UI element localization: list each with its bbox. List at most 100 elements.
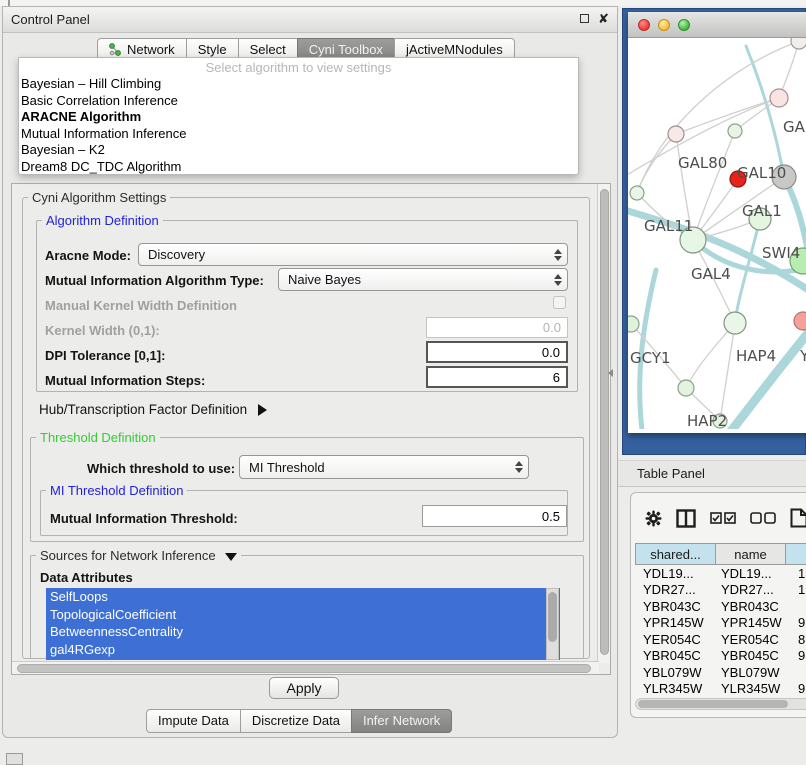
node-label: Y [799,347,806,365]
network-node[interactable] [794,312,806,330]
settings-scroll-area: Cyni Algorithm Settings Algorithm Defini… [11,183,611,675]
table-row[interactable]: YER054CYER054C8. [635,631,806,648]
gear-icon[interactable] [645,510,662,527]
dpi-tolerance-label: DPI Tolerance [0,1]: [45,348,165,363]
mi-steps-input[interactable]: 6 [426,366,568,388]
network-edge[interactable] [746,46,784,177]
algorithm-option[interactable]: Dream8 DC_TDC Algorithm [19,159,578,176]
collapsed-panel-fragment[interactable] [6,753,23,765]
panel-splitter-arrow-icon[interactable] [608,369,613,377]
algorithm-option[interactable]: Basic Correlation Inference [19,93,578,110]
table-panel-card: shared... name A YDL19...YDL19...13YDR27… [630,492,806,718]
table-row[interactable]: YBR043CYBR043C [635,598,806,615]
algorithm-dropdown-popup: Select algorithm to view settings Bayesi… [18,57,579,175]
float-panel-icon[interactable] [580,14,589,23]
network-canvas[interactable]: GALGAL80GAL10GAL1GAL11SWI4GAL4GCY1HAP4YH… [628,38,806,433]
table-row[interactable]: YBL079WYBL079W [635,664,806,681]
table-row[interactable]: YDR27...YDR27...12 [635,582,806,599]
data-attributes-list[interactable]: SelfLoopsTopologicalCoefficientBetweenne… [46,588,560,660]
minimize-window-icon[interactable] [658,19,670,31]
node-table[interactable]: shared... name A YDL19...YDL19...13YDR27… [635,543,806,714]
table-row[interactable]: YPR145WYPR145W9. [635,615,806,632]
table-header-row[interactable]: shared... name A [635,543,806,565]
control-panel-window: Control Panel ✘ Network Style Select Cyn… [2,6,618,738]
kernel-width-input[interactable]: 0.0 [426,317,568,338]
dpi-tolerance-input[interactable]: 0.0 [426,341,568,363]
settings-vertical-scrollbar[interactable] [597,184,610,663]
network-edge[interactable] [728,321,806,429]
network-node[interactable] [728,124,742,138]
aracne-mode-combobox[interactable]: Discovery [138,243,568,266]
node-label: GAL4 [691,265,731,283]
threshold-definition-title: Threshold Definition [36,430,160,445]
zoom-window-icon[interactable] [678,19,690,31]
document-icon[interactable] [790,508,806,528]
node-label: HAP2 [687,412,727,429]
data-attribute-item[interactable]: gal4RGexp [46,641,560,659]
node-label: GAL1 [742,202,782,220]
cyni-bottom-tabs: Impute Data Discretize Data Infer Networ… [146,709,452,733]
select-none-unchecked-icon[interactable] [750,512,776,524]
column-header-shared-name[interactable]: shared... [636,544,716,564]
column-header-third[interactable]: A [786,544,806,564]
table-row[interactable]: YLR345WYLR345W9. [635,681,806,698]
algorithm-option[interactable]: ARACNE Algorithm [19,109,578,126]
table-row[interactable]: YBR045CYBR045C9. [635,648,806,665]
network-node[interactable] [724,312,746,334]
data-attribute-item[interactable]: SelfLoops [46,588,560,606]
network-node[interactable] [791,38,806,49]
algorithm-definition-title: Algorithm Definition [42,213,163,228]
expand-arrow-icon [258,404,267,416]
table-horizontal-scrollbar[interactable] [635,698,806,710]
node-label: HAP4 [736,347,776,365]
network-node[interactable] [678,380,694,396]
network-node[interactable] [628,316,639,332]
tab-infer-network[interactable]: Infer Network [351,709,452,733]
data-attribute-item[interactable]: BetweennessCentrality [46,623,560,641]
select-all-checked-icon[interactable] [710,512,736,524]
settings-horizontal-scrollbar[interactable] [12,661,599,674]
hub-section-toggle[interactable]: Hub/Transcription Factor Definition [39,402,267,417]
close-panel-icon[interactable]: ✘ [598,13,609,24]
which-threshold-label: Which threshold to use: [87,461,235,476]
node-label: GAL80 [678,154,727,172]
table-panel-title: Table Panel [637,466,705,481]
column-header-name[interactable]: name [716,544,786,564]
algorithm-dropdown-placeholder: Select algorithm to view settings [19,60,578,76]
table-rows: YDL19...YDL19...13YDR27...YDR27...12YBR0… [635,565,806,714]
network-graph: GALGAL80GAL10GAL1GAL11SWI4GAL4GCY1HAP4YH… [628,38,806,429]
network-window-titlebar[interactable] [628,12,806,38]
algorithm-option[interactable]: Bayesian – K2 [19,142,578,159]
algorithm-option[interactable]: Mutual Information Inference [19,126,578,143]
algorithm-dropdown-list: Bayesian – Hill ClimbingBasic Correlatio… [19,76,578,175]
close-window-icon[interactable] [638,19,650,31]
network-edge[interactable] [686,323,735,388]
mi-type-combobox[interactable]: Naive Bayes [278,268,568,291]
network-view-window: GALGAL80GAL10GAL1GAL11SWI4GAL4GCY1HAP4YH… [622,8,806,455]
node-label: GCY1 [630,349,671,367]
network-node[interactable] [630,186,644,200]
table-row[interactable]: YDL19...YDL19...13 [635,565,806,582]
apply-button[interactable]: Apply [269,677,339,699]
split-columns-icon[interactable] [676,509,696,528]
tab-impute-data[interactable]: Impute Data [146,709,241,733]
sources-group-title[interactable]: Sources for Network Inference [36,548,241,563]
node-label: GAL [783,118,806,136]
control-panel-titlebar: Control Panel ✘ [3,7,617,33]
network-edge[interactable] [693,131,735,240]
network-icon [109,43,122,56]
network-node[interactable] [668,126,684,142]
manual-kernel-checkbox[interactable] [553,296,566,309]
data-attribute-item[interactable]: TopologicalCoefficient [46,606,560,624]
mi-threshold-input[interactable]: 0.5 [422,505,567,527]
mi-type-label: Mutual Information Algorithm Type: [45,273,264,288]
network-edge[interactable] [637,134,676,193]
which-threshold-combobox[interactable]: MI Threshold [239,455,529,479]
kernel-width-label: Kernel Width (0,1): [45,323,160,338]
attributes-list-scrollbar[interactable] [546,588,559,660]
algorithm-option[interactable]: Bayesian – Hill Climbing [19,76,578,93]
network-node[interactable] [770,89,788,107]
tab-discretize-data[interactable]: Discretize Data [240,709,352,733]
combo-stepper-icon [515,461,523,473]
table-toolbar [631,501,806,535]
